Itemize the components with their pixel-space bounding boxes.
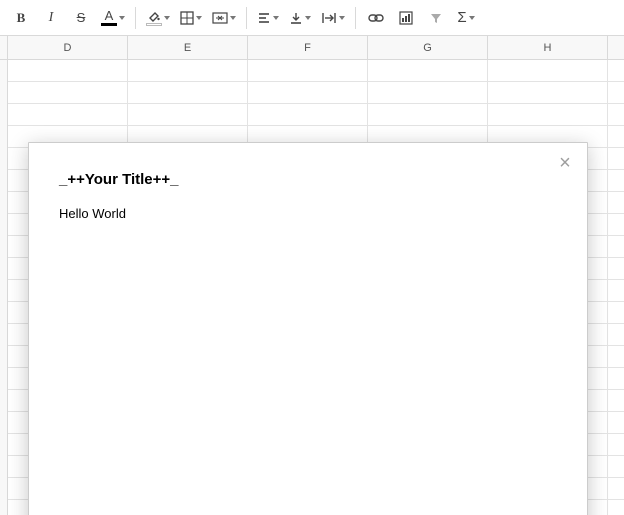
sigma-icon: Σ [457, 9, 466, 26]
chevron-down-icon [273, 16, 279, 20]
borders-icon [180, 11, 194, 25]
chevron-down-icon [305, 16, 311, 20]
borders-button[interactable] [176, 5, 206, 31]
text-color-icon: A [101, 9, 117, 26]
column-header[interactable]: F [248, 36, 368, 59]
insert-chart-button[interactable] [392, 5, 420, 31]
chevron-down-icon [164, 16, 170, 20]
functions-button[interactable]: Σ [452, 5, 480, 31]
row-header-gutter[interactable] [0, 60, 8, 515]
merge-cells-button[interactable] [208, 5, 240, 31]
bold-icon: B [17, 10, 26, 26]
chevron-down-icon [230, 16, 236, 20]
toolbar-separator [355, 7, 356, 29]
align-bottom-icon [289, 11, 303, 25]
filter-icon [429, 11, 443, 25]
chevron-down-icon [119, 16, 125, 20]
insert-link-button[interactable] [362, 5, 390, 31]
chart-icon [399, 11, 413, 25]
close-icon: × [559, 152, 571, 175]
toolbar-separator [135, 7, 136, 29]
column-header[interactable]: E [128, 36, 248, 59]
merge-cells-icon [212, 11, 228, 25]
italic-button[interactable]: I [37, 5, 65, 31]
toolbar-separator [246, 7, 247, 29]
column-header[interactable]: H [488, 36, 608, 59]
vertical-align-button[interactable] [285, 5, 315, 31]
dialog-body-text: Hello World [59, 206, 557, 221]
close-button[interactable]: × [553, 151, 577, 175]
text-wrap-button[interactable] [317, 5, 349, 31]
dialog-title: _++Your Title++_ [59, 171, 557, 188]
chevron-down-icon [469, 16, 475, 20]
text-color-button[interactable]: A [97, 5, 129, 31]
toolbar: B I S A [0, 0, 624, 36]
chevron-down-icon [339, 16, 345, 20]
spreadsheet-grid[interactable]: × _++Your Title++_ Hello World [0, 60, 624, 515]
fill-color-button[interactable] [142, 5, 174, 31]
horizontal-align-button[interactable] [253, 5, 283, 31]
link-icon [368, 11, 384, 25]
bold-button[interactable]: B [7, 5, 35, 31]
text-wrap-icon [321, 11, 337, 25]
strikethrough-icon: S [77, 10, 86, 25]
chevron-down-icon [196, 16, 202, 20]
column-header[interactable]: G [368, 36, 488, 59]
sidebar-dialog: × _++Your Title++_ Hello World [28, 142, 588, 515]
corner-cell[interactable] [0, 36, 8, 59]
fill-color-icon [146, 10, 162, 26]
column-header[interactable]: D [8, 36, 128, 59]
italic-icon: I [49, 10, 54, 26]
strikethrough-button[interactable]: S [67, 5, 95, 31]
column-header-row: D E F G H [0, 36, 624, 60]
align-left-icon [257, 11, 271, 25]
filter-button[interactable] [422, 5, 450, 31]
